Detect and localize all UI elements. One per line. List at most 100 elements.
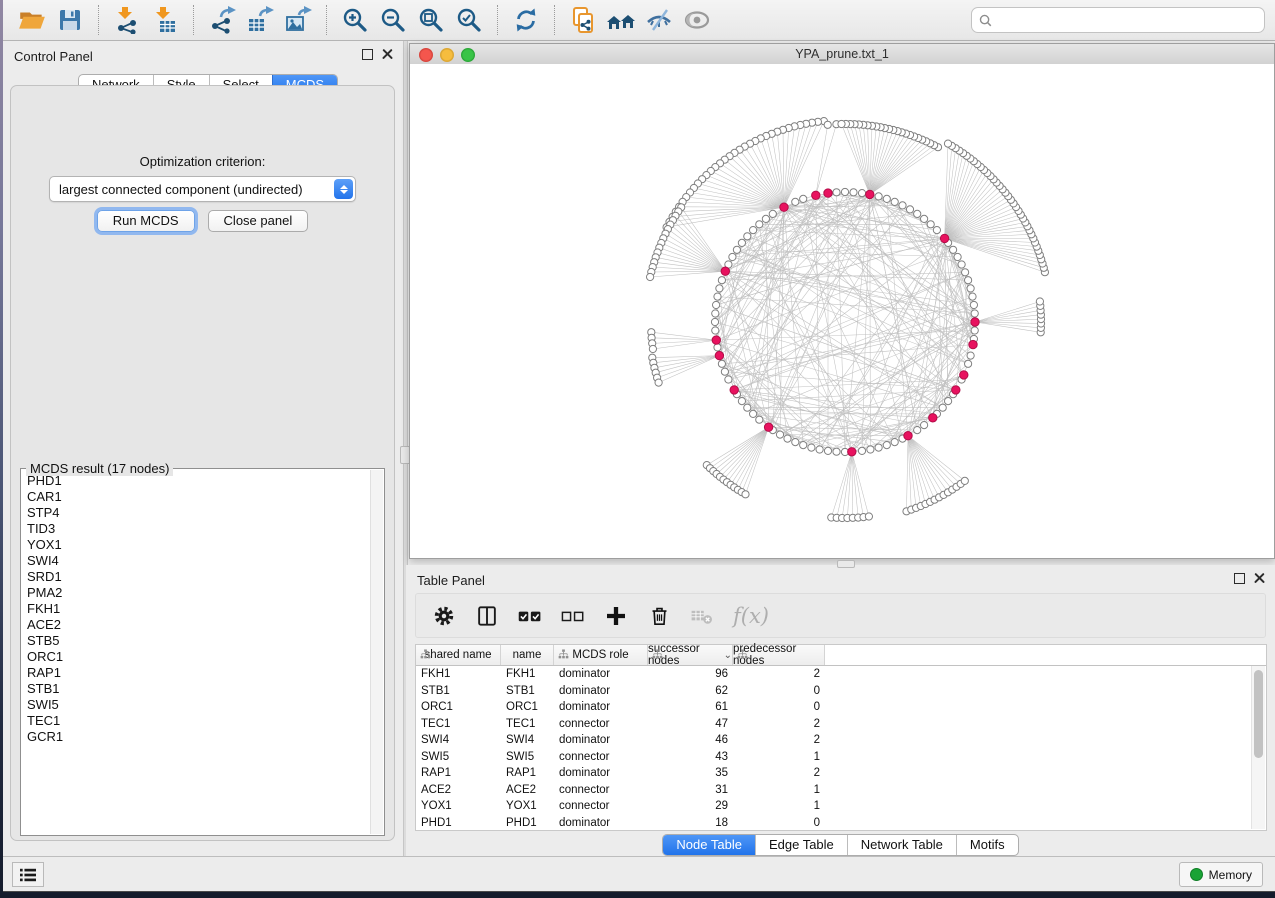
ring-node[interactable] [725, 376, 732, 383]
ring-node[interactable] [883, 442, 890, 449]
ring-node[interactable] [776, 431, 783, 438]
ring-node[interactable] [875, 444, 882, 451]
mcds-hub-node[interactable] [812, 191, 820, 199]
mcds-hub-node[interactable] [969, 340, 977, 348]
leaf-node[interactable] [824, 121, 831, 128]
float-panel-icon[interactable] [1234, 573, 1245, 584]
column-header-shared-name[interactable]: shared name [416, 645, 501, 665]
ring-node[interactable] [718, 277, 725, 284]
mcds-result-list[interactable]: PHD1CAR1STP4TID3YOX1SWI4SRD1PMA2FKH1ACE2… [22, 473, 371, 834]
ring-node[interactable] [733, 246, 740, 253]
mcds-result-item[interactable]: FKH1 [22, 601, 371, 617]
column-header-successor-nodes[interactable]: successor nodes⌄ [648, 645, 733, 665]
ring-node[interactable] [711, 318, 718, 325]
close-panel-icon[interactable] [382, 49, 393, 60]
open-file-button[interactable] [13, 3, 51, 37]
mcds-hub-node[interactable] [824, 189, 832, 197]
ring-node[interactable] [950, 246, 957, 253]
leaf-node[interactable] [649, 345, 656, 352]
ring-node[interactable] [914, 427, 921, 434]
zoom-out-button[interactable] [374, 3, 412, 37]
ring-node[interactable] [750, 410, 757, 417]
ring-node[interactable] [891, 198, 898, 205]
mcds-hub-node[interactable] [764, 423, 772, 431]
ring-node[interactable] [712, 327, 719, 334]
ring-node[interactable] [899, 202, 906, 209]
mcds-hub-node[interactable] [929, 414, 937, 422]
clone-network-button[interactable] [564, 3, 602, 37]
table-row[interactable]: RAP1RAP1dominator352 [416, 765, 1266, 782]
ring-node[interactable] [750, 227, 757, 234]
ring-node[interactable] [792, 198, 799, 205]
leaf-node[interactable] [944, 140, 951, 147]
ring-node[interactable] [933, 227, 940, 234]
ring-node[interactable] [712, 310, 719, 317]
zoom-in-button[interactable] [336, 3, 374, 37]
table-row[interactable]: TEC1TEC1connector472 [416, 716, 1266, 733]
ring-node[interactable] [718, 360, 725, 367]
ring-node[interactable] [921, 215, 928, 222]
search-input[interactable] [997, 12, 1257, 28]
mcds-result-item[interactable]: ORC1 [22, 649, 371, 665]
mcds-hub-node[interactable] [960, 371, 968, 379]
ring-node[interactable] [850, 189, 857, 196]
ring-node[interactable] [800, 442, 807, 449]
mcds-hub-node[interactable] [712, 336, 720, 344]
two-houses-button[interactable] [602, 3, 640, 37]
ring-node[interactable] [721, 368, 728, 375]
column-header-name[interactable]: name [501, 645, 554, 665]
ring-node[interactable] [971, 310, 978, 317]
table-row[interactable]: PHD1PHD1dominator180 [416, 815, 1266, 832]
ring-node[interactable] [867, 446, 874, 453]
table-row[interactable]: SWI5SWI5connector431 [416, 749, 1266, 766]
tab-motifs[interactable]: Motifs [956, 835, 1018, 855]
import-network-button[interactable] [108, 3, 146, 37]
mcds-result-item[interactable]: RAP1 [22, 665, 371, 681]
tab-edge-table[interactable]: Edge Table [755, 835, 847, 855]
delete-column-button[interactable] [645, 602, 673, 630]
import-table-button[interactable] [146, 3, 184, 37]
ring-node[interactable] [969, 293, 976, 300]
mcds-result-item[interactable]: YOX1 [22, 537, 371, 553]
float-panel-icon[interactable] [362, 49, 373, 60]
leaf-node[interactable] [655, 379, 662, 386]
leaf-node[interactable] [865, 513, 872, 520]
ring-node[interactable] [939, 404, 946, 411]
mcds-result-item[interactable]: GCR1 [22, 729, 371, 745]
table-row[interactable]: STB1STB1dominator620 [416, 683, 1266, 700]
table-scrollbar-thumb[interactable] [1254, 670, 1263, 758]
table-settings-button[interactable] [430, 602, 458, 630]
close-panel-icon[interactable] [1254, 573, 1265, 584]
ring-node[interactable] [713, 301, 720, 308]
zoom-selected-button[interactable] [450, 3, 488, 37]
ring-node[interactable] [824, 447, 831, 454]
table-scrollbar[interactable] [1251, 666, 1265, 829]
task-history-button[interactable] [12, 862, 44, 887]
ring-node[interactable] [945, 398, 952, 405]
ring-node[interactable] [954, 253, 961, 260]
leaf-node[interactable] [961, 477, 968, 484]
horizontal-splitter-grip[interactable] [837, 560, 855, 568]
mcds-result-item[interactable]: STB1 [22, 681, 371, 697]
ring-node[interactable] [965, 360, 972, 367]
mcds-result-item[interactable]: STB5 [22, 633, 371, 649]
ring-node[interactable] [738, 398, 745, 405]
ring-node[interactable] [714, 344, 721, 351]
column-header-MCDS-role[interactable]: MCDS role [554, 645, 648, 665]
network-canvas[interactable] [410, 64, 1274, 558]
export-image-button[interactable] [279, 3, 317, 37]
function-builder-button[interactable]: f(x) [731, 602, 775, 630]
search-field[interactable] [971, 7, 1265, 33]
mcds-hub-node[interactable] [715, 351, 723, 359]
network-window-titlebar[interactable]: YPA_prune.txt_1 [410, 44, 1274, 65]
optimization-criterion-dropdown[interactable]: largest connected component (undirected) [49, 176, 356, 202]
ring-node[interactable] [833, 448, 840, 455]
mcds-hub-node[interactable] [952, 386, 960, 394]
mcds-hub-node[interactable] [866, 190, 874, 198]
ring-node[interactable] [921, 422, 928, 429]
ring-node[interactable] [962, 269, 969, 276]
mcds-result-item[interactable]: SRD1 [22, 569, 371, 585]
hide-annotations-button[interactable] [640, 3, 678, 37]
add-column-button[interactable] [602, 602, 630, 630]
tab-node-table[interactable]: Node Table [663, 835, 755, 855]
